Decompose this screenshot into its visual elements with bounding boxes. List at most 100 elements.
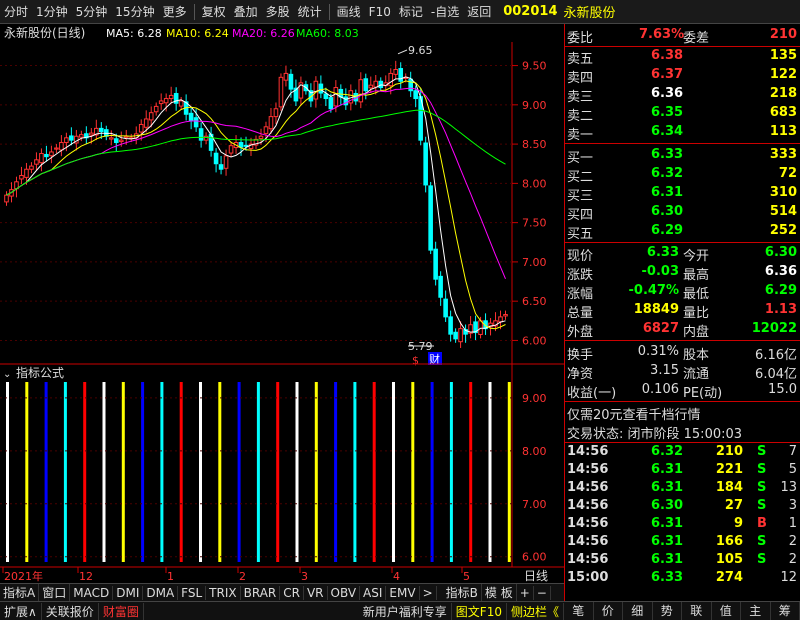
candle-body	[148, 112, 154, 121]
tick-volume: 274	[715, 570, 743, 585]
tick-side: S	[757, 444, 767, 459]
toolbar-item[interactable]: 更多	[159, 3, 191, 20]
candle-body	[313, 80, 319, 100]
indicator-tab[interactable]: 指标B	[443, 584, 482, 601]
toolbar-item[interactable]: 叠加	[230, 3, 262, 20]
buy-volume: 72	[778, 166, 797, 181]
right-tab[interactable]: 势	[653, 602, 682, 620]
indicator-tab[interactable]: CR	[280, 585, 304, 600]
toolbar-item[interactable]: 多股	[262, 3, 294, 20]
buy-volume: 514	[769, 204, 797, 219]
right-tab[interactable]: 联	[682, 602, 712, 620]
sell-price: 6.37	[651, 67, 684, 82]
fund-value: 6.16亿	[755, 348, 797, 363]
promo-text[interactable]: 仅需20元查看千档行情	[567, 404, 701, 423]
candle-body	[368, 84, 374, 89]
toolbar-item[interactable]: 5分钟	[72, 3, 112, 20]
status-right-item[interactable]: 图文F10	[452, 602, 507, 620]
tick-side: S	[757, 498, 767, 513]
right-tab[interactable]: 筹	[771, 602, 800, 620]
sell-row: 卖二 6.35 683	[565, 104, 800, 124]
right-tab[interactable]: 笔	[564, 602, 594, 620]
stat-label: 量比	[683, 306, 710, 321]
right-tab[interactable]: 细	[623, 602, 653, 620]
status-right-item[interactable]: 侧边栏《	[507, 602, 564, 620]
price-tick: 9.50	[522, 60, 547, 73]
stat-value: 6.30	[764, 245, 797, 260]
tick-time: 14:56	[567, 480, 609, 495]
status-left-item[interactable]: 扩展∧	[0, 602, 42, 620]
indicator-bar	[63, 382, 67, 562]
indicator-tab[interactable]: OBV	[328, 585, 361, 600]
stat-row: 外盘 6827 内盘 12022	[565, 320, 800, 340]
indicator-tab[interactable]: 指标A	[0, 584, 40, 601]
price-tick: 7.50	[522, 217, 547, 230]
indicator-tab[interactable]: DMI	[113, 585, 144, 600]
indicator-tab[interactable]: ASI	[360, 585, 387, 600]
stock-code: 002014	[503, 4, 558, 19]
price-tick: 6.50	[522, 295, 547, 308]
candle-body	[99, 127, 104, 133]
indicator-bar	[179, 382, 183, 562]
indicator-tab[interactable]: EMV	[386, 585, 420, 600]
panel-divider	[565, 242, 800, 243]
candle-body	[24, 168, 29, 178]
buy-price: 6.31	[651, 185, 684, 200]
toolbar-item[interactable]: 返回	[463, 3, 495, 20]
status-left-item[interactable]: 关联报价	[42, 602, 99, 620]
candle-body	[228, 145, 234, 154]
right-tab[interactable]: 价	[594, 602, 623, 620]
stat-label: 今开	[683, 249, 710, 264]
indicator-tab[interactable]: BRAR	[241, 585, 281, 600]
tick-count: 5	[788, 462, 797, 477]
candle-body	[113, 138, 119, 144]
candle-body	[59, 142, 64, 151]
panel-divider	[565, 143, 800, 144]
sell-label: 卖五	[567, 52, 594, 67]
right-tab[interactable]: 值	[712, 602, 741, 620]
indicator-bar	[276, 382, 280, 562]
promo-row[interactable]: 仅需20元查看千档行情	[565, 403, 800, 423]
stat-row: 涨幅 -0.47% 最低 6.29	[565, 282, 800, 302]
toolbar-item[interactable]: 画线	[333, 3, 365, 20]
toolbar-item[interactable]: 15分钟	[111, 3, 158, 20]
toolbar-item[interactable]: 1分钟	[32, 3, 72, 20]
indicator-bar	[507, 382, 511, 562]
kline-chart[interactable]: 永新股份(日线) MA5: 6.28 MA10: 6.24 MA20: 6.26…	[0, 24, 564, 584]
indicator-tab[interactable]: TRIX	[206, 585, 241, 600]
buy-volume: 310	[769, 185, 797, 200]
toolbar-item[interactable]: 分时	[0, 3, 32, 20]
right-tab[interactable]: 主	[741, 602, 771, 620]
indicator-tab[interactable]: −	[534, 585, 551, 600]
indicator-tab[interactable]: +	[517, 585, 534, 600]
indicator-tab[interactable]: MACD	[70, 585, 114, 600]
status-right-item[interactable]: 新用户福利专享	[359, 602, 452, 620]
indicator-tab[interactable]: FSL	[178, 585, 207, 600]
indicator-tab[interactable]: >	[420, 585, 437, 600]
indicator-tab[interactable]: 模 板	[482, 584, 517, 601]
sell-row: 卖四 6.37 122	[565, 66, 800, 86]
ma20-label: MA20: 6.26	[232, 27, 295, 40]
status-left-item[interactable]: 财富圈	[99, 602, 144, 620]
toolbar-item[interactable]: F10	[365, 5, 395, 19]
fund-row: 净资 3.15 流通 6.04亿	[565, 362, 800, 382]
indicator-tab[interactable]: 窗口	[39, 584, 71, 601]
ma5-label: MA5: 6.28	[106, 27, 162, 40]
candle-body	[29, 165, 34, 170]
indicator-bar	[44, 382, 48, 562]
fund-label: 收益(一)	[567, 386, 617, 401]
indicator-tab[interactable]: DMA	[143, 585, 179, 600]
fund-value: 3.15	[650, 363, 679, 378]
sell-label: 卖二	[567, 109, 594, 124]
toolbar-separator	[193, 3, 195, 20]
indicator-bar	[469, 382, 473, 562]
indicator-tab[interactable]: VR	[304, 585, 328, 600]
tick-price: 6.32	[651, 444, 684, 459]
toolbar-item[interactable]: -自选	[427, 3, 463, 20]
buy-label: 买一	[567, 151, 594, 166]
fund-label: 换手	[567, 348, 594, 363]
candle-body	[503, 314, 508, 317]
toolbar-item[interactable]: 统计	[294, 3, 326, 20]
toolbar-item[interactable]: 标记	[395, 3, 427, 20]
toolbar-item[interactable]: 复权	[198, 3, 230, 20]
